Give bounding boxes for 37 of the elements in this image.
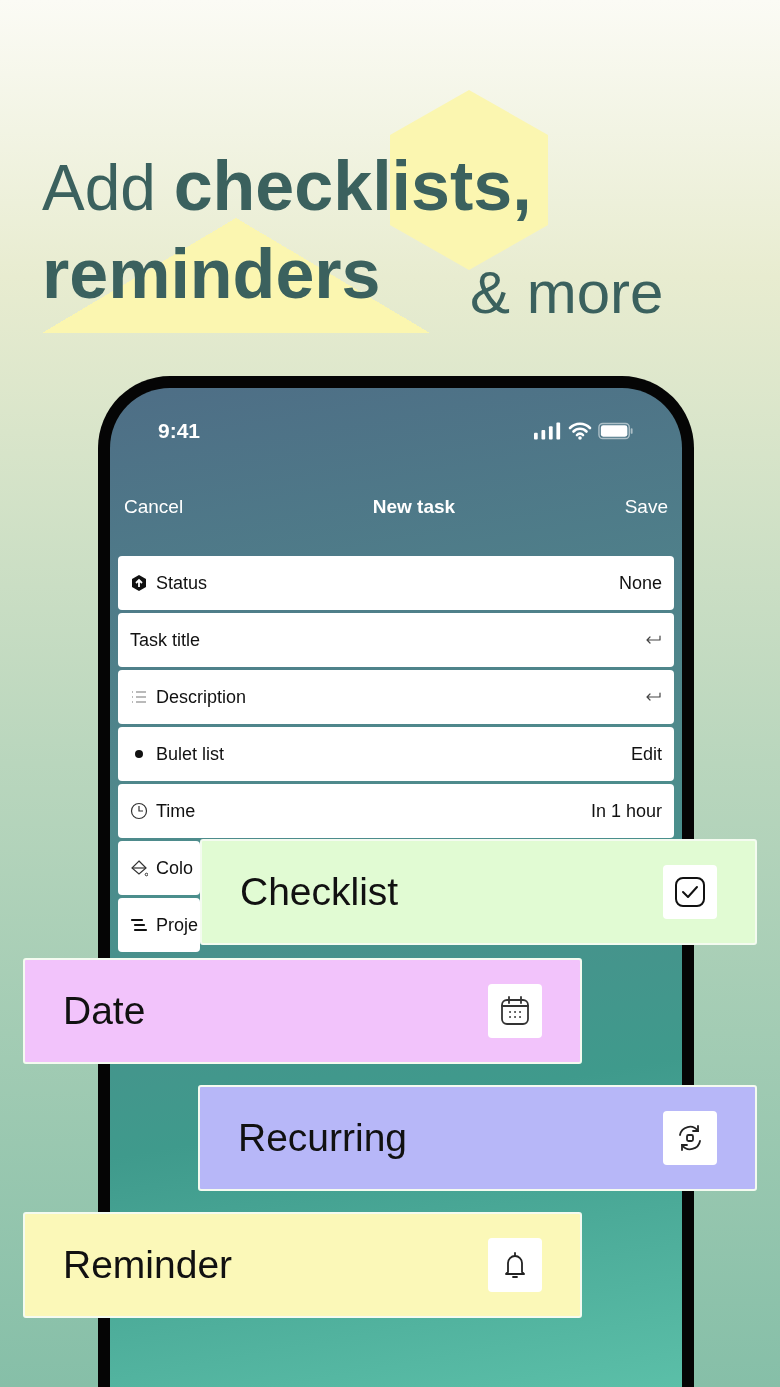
cancel-button[interactable]: Cancel <box>124 496 184 518</box>
form-row[interactable]: Time In 1 hour <box>118 784 674 838</box>
feature-label: Date <box>63 989 146 1033</box>
form-row[interactable]: Description <box>118 670 674 724</box>
clock-icon <box>130 802 148 820</box>
save-button[interactable]: Save <box>624 496 668 518</box>
lines-icon <box>130 916 148 934</box>
row-value: In 1 hour <box>590 800 662 822</box>
form-row[interactable]: Bulet list Edit <box>118 727 674 781</box>
checkbox-icon <box>673 875 707 909</box>
form-row[interactable]: Colo <box>118 841 200 895</box>
row-label: Colo <box>156 857 195 879</box>
status-icon <box>130 574 148 592</box>
form-row[interactable]: Status None <box>118 556 674 610</box>
screen-title: New task <box>372 496 456 518</box>
paint-bucket-icon <box>130 859 148 877</box>
feature-label: Reminder <box>63 1243 233 1287</box>
status-time: 9:41 <box>158 419 201 443</box>
form-row[interactable]: Proje <box>118 898 200 952</box>
feature-label: Recurring <box>238 1116 408 1160</box>
row-label: Status <box>156 572 209 594</box>
feature-label: Checklist <box>240 870 399 914</box>
row-label: Description <box>156 686 248 708</box>
signal-icon <box>534 422 562 440</box>
headline-text: & more <box>470 258 664 327</box>
row-label: Task title <box>130 629 202 651</box>
headline-text: reminders <box>42 218 430 333</box>
wifi-icon <box>568 422 592 440</box>
row-label: Time <box>156 800 197 822</box>
row-label: Proje <box>156 914 200 936</box>
row-value: Edit <box>630 743 662 765</box>
calendar-icon <box>498 994 532 1028</box>
battery-icon <box>598 422 634 440</box>
row-label: Bulet list <box>156 743 226 765</box>
row-value: None <box>618 572 662 594</box>
form-row[interactable]: Task title <box>118 613 674 667</box>
list-icon <box>130 688 148 706</box>
